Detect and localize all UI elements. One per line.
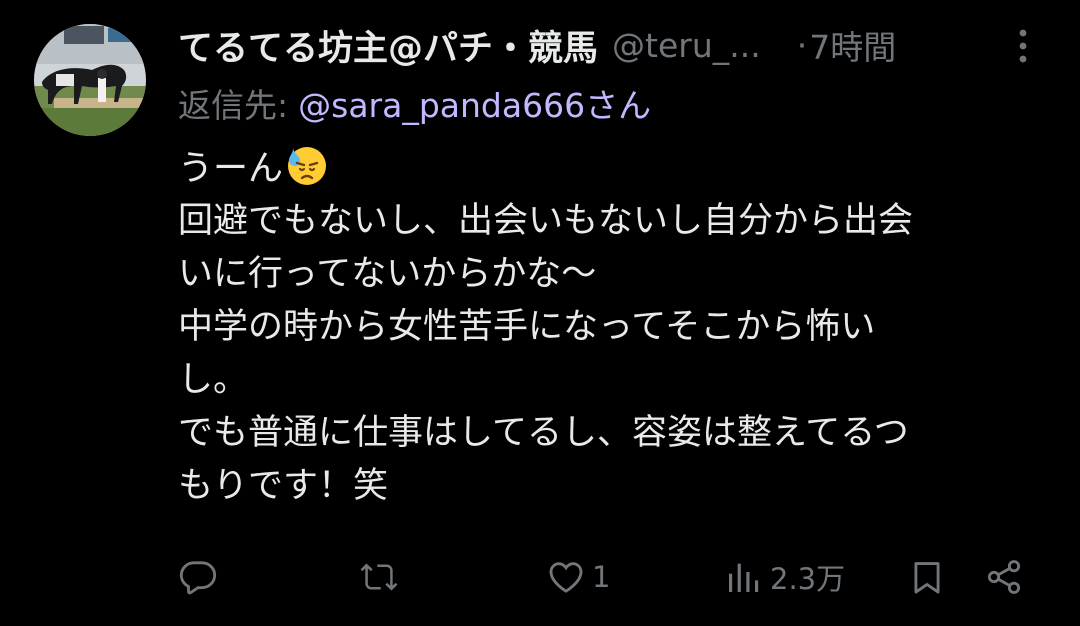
tweet-line-2: 回避でもないし、出会いもないし自分から出会	[178, 201, 914, 241]
repost-button[interactable]	[358, 552, 406, 602]
tweet-time[interactable]: 7時間	[809, 21, 896, 69]
reply-to-mention[interactable]: @sara_panda666さん	[298, 79, 651, 127]
like-count: 1	[592, 560, 611, 594]
share-button[interactable]	[984, 552, 1024, 602]
views-count: 2.3万	[770, 562, 846, 596]
more-vertical-icon	[1019, 29, 1027, 63]
racehorse-avatar-icon	[34, 24, 146, 136]
avatar[interactable]	[34, 24, 146, 136]
bookmark-button[interactable]	[908, 552, 946, 602]
tweet[interactable]: てるてる坊主@パチ・競馬 @teru_... · 7時間 返信先: @sara_…	[0, 0, 1080, 626]
heart-icon	[549, 562, 583, 593]
tweet-line-7: もりです！笑	[178, 466, 389, 506]
tweet-body: うーん 回避でもないし、出会いもないし自分から出会 いに行ってないからかな〜 中…	[178, 142, 1038, 513]
reply-icon	[179, 561, 217, 595]
tweet-line-3: いに行ってないからかな〜	[178, 254, 597, 294]
views-button[interactable]: 2.3万	[724, 552, 845, 602]
reply-prefix: 返信先:	[178, 86, 289, 125]
reply-context: 返信先: @sara_panda666さん	[178, 80, 651, 126]
tweet-line-4: 中学の時から女性苦手になってそこから怖い	[178, 307, 876, 347]
tweet-line-5: し。	[178, 360, 249, 400]
tweet-actions: 1 2.3万	[0, 552, 1080, 602]
tweet-line-1: うーん	[178, 142, 1038, 195]
author-display-name[interactable]: てるてる坊主@パチ・競馬	[178, 20, 598, 71]
repost-icon	[360, 563, 398, 591]
reply-button[interactable]	[178, 552, 224, 602]
views-icon	[729, 563, 759, 592]
separator-dot: ·	[796, 25, 808, 65]
sweat-downcast-emoji-icon	[288, 147, 327, 185]
tweet-line-6: でも普通に仕事はしてるし、容姿は整えてるつ	[178, 413, 909, 453]
share-icon	[987, 560, 1021, 594]
author-handle[interactable]: @teru_...	[612, 26, 761, 65]
like-button[interactable]: 1	[546, 552, 610, 602]
more-options-button[interactable]	[1006, 26, 1040, 66]
bookmark-icon	[914, 562, 940, 594]
tweet-text: うーん	[178, 149, 284, 189]
tweet-header: てるてる坊主@パチ・競馬 @teru_... · 7時間	[178, 20, 896, 71]
